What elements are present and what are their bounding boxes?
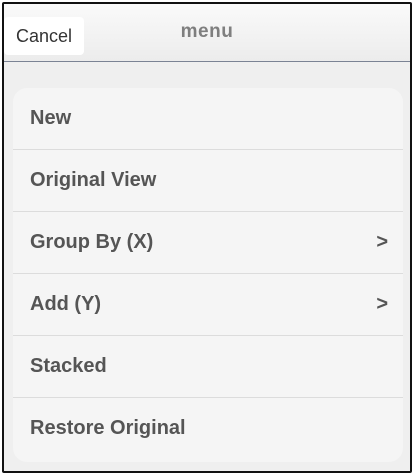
menu-item-stacked[interactable]: Stacked bbox=[13, 336, 403, 398]
menu-item-label: Add (Y) bbox=[30, 293, 102, 315]
menu-item-new[interactable]: New bbox=[13, 88, 403, 150]
chevron-right-icon: > bbox=[376, 231, 388, 253]
page-title: menu bbox=[180, 21, 234, 42]
menu-item-label: Group By (X) bbox=[30, 231, 154, 253]
menu-item-group-by[interactable]: Group By (X) > bbox=[13, 212, 403, 274]
menu-list: New Original View Group By (X) > Add (Y)… bbox=[13, 88, 403, 462]
menu-item-original-view[interactable]: Original View bbox=[13, 150, 403, 212]
menu-item-add[interactable]: Add (Y) > bbox=[13, 274, 403, 336]
chevron-right-icon: > bbox=[376, 293, 388, 315]
menu-item-label: Stacked bbox=[30, 355, 107, 377]
app-frame: Cancel menu New Original View Group By (… bbox=[2, 2, 412, 473]
menu-item-restore-original[interactable]: Restore Original bbox=[13, 398, 403, 459]
menu-item-label: Original View bbox=[30, 169, 157, 191]
menu-item-label: New bbox=[30, 107, 72, 129]
navigation-bar: Cancel menu bbox=[4, 4, 410, 62]
menu-item-label: Restore Original bbox=[30, 417, 186, 439]
